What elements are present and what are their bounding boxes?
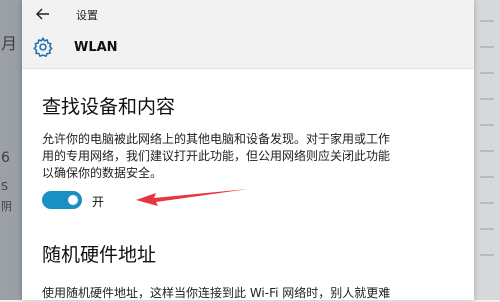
gear-icon bbox=[32, 36, 54, 58]
description-line: 允许你的电脑被此网络上的其他电脑和设备发现。对于家用或工作 bbox=[42, 132, 391, 146]
discovery-description: 允许你的电脑被此网络上的其他电脑和设备发现。对于家用或工作 用的专用网络，我们建… bbox=[42, 131, 457, 182]
red-arrow-annotation bbox=[134, 188, 250, 208]
background-right-window bbox=[473, 0, 500, 300]
back-arrow-icon[interactable] bbox=[34, 5, 52, 23]
background-fragment: 阴 bbox=[1, 200, 12, 213]
background-fragment: S bbox=[1, 180, 8, 193]
toggle-state-label: 开 bbox=[92, 195, 105, 209]
page-header: WLAN bbox=[22, 28, 474, 69]
background-fragment: 月 bbox=[1, 34, 18, 53]
random-address-description: 使用随机硬件地址，这样当你连接到此 Wi-Fi 网络时，别人就更难 bbox=[42, 286, 391, 300]
discovery-toggle[interactable] bbox=[42, 191, 82, 209]
page-title: WLAN bbox=[74, 40, 118, 55]
title-bar: 设置 bbox=[22, 0, 474, 28]
toggle-knob bbox=[68, 195, 78, 205]
description-line: 用的专用网络，我们建议打开此功能，但公用网络则应关闭此功能 bbox=[42, 149, 391, 163]
description-line: 以确保你的数据安全。 bbox=[42, 166, 163, 180]
settings-window: 设置 WLAN 查找设备和内容 允许你的电脑被此网络上的其他电脑和设备发现。对于… bbox=[22, 0, 474, 300]
discovery-heading: 查找设备和内容 bbox=[42, 96, 176, 118]
background-fragment: 6 bbox=[1, 150, 10, 166]
window-title: 设置 bbox=[76, 9, 98, 22]
random-address-heading: 随机硬件地址 bbox=[42, 244, 157, 266]
background-left-window: 月 6 S 阴 bbox=[0, 0, 22, 300]
